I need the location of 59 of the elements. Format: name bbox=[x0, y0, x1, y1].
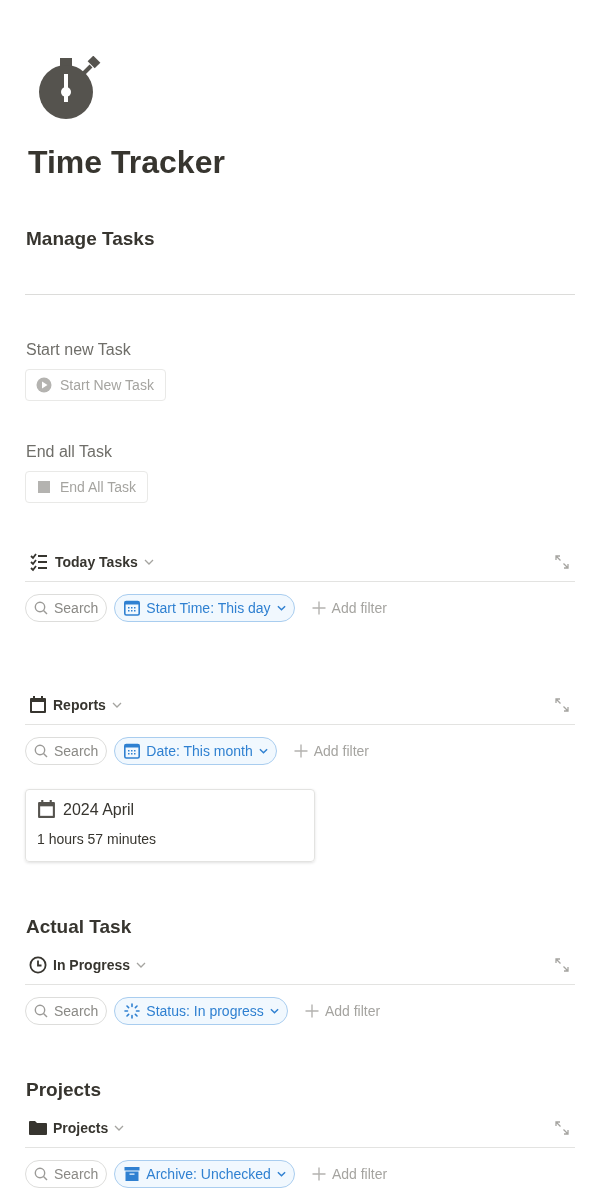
plus-icon bbox=[293, 744, 308, 758]
add-filter-button[interactable]: Add filter bbox=[305, 1165, 394, 1183]
view-tab[interactable]: In Progress bbox=[29, 956, 147, 974]
chevron-icon bbox=[269, 1008, 279, 1014]
add-filter-button[interactable]: Add filter bbox=[287, 742, 375, 760]
chevron-icon bbox=[136, 962, 147, 968]
add-filter-button[interactable]: Add filter bbox=[305, 599, 393, 617]
chevron-icon bbox=[258, 748, 268, 754]
action-button[interactable]: Start New Task bbox=[25, 369, 166, 401]
calendar-icon bbox=[124, 600, 141, 616]
filter-chip[interactable]: Archive: Unchecked bbox=[114, 1160, 295, 1188]
clock-icon bbox=[29, 956, 47, 974]
action-button[interactable]: End All Task bbox=[25, 471, 148, 503]
search-icon bbox=[34, 601, 48, 615]
chevron-icon bbox=[143, 559, 154, 565]
expand-icon[interactable] bbox=[555, 698, 569, 712]
expand-icon[interactable] bbox=[555, 958, 569, 972]
filter-chip[interactable]: Date: This month bbox=[114, 737, 277, 765]
search-icon bbox=[34, 1004, 48, 1018]
section-heading: Actual Task bbox=[26, 915, 133, 939]
card-value: 1 hours 57 minutes bbox=[37, 831, 158, 847]
view-tab[interactable]: Reports bbox=[29, 696, 122, 714]
search-icon bbox=[34, 744, 48, 758]
plus-icon bbox=[311, 601, 326, 615]
stop-icon bbox=[38, 481, 50, 493]
section-heading: Manage Tasks bbox=[26, 227, 156, 251]
filter-chip[interactable]: Status: In progress bbox=[114, 997, 288, 1025]
search-button[interactable]: Search bbox=[25, 1160, 108, 1188]
view-tab[interactable]: Today Tasks bbox=[29, 552, 154, 572]
button-caption: End all Task bbox=[26, 442, 113, 462]
folder-icon bbox=[29, 1120, 47, 1136]
chevron-icon bbox=[276, 605, 286, 611]
view-tab[interactable]: Projects bbox=[29, 1120, 125, 1136]
play-icon bbox=[36, 377, 52, 393]
search-button[interactable]: Search bbox=[25, 737, 108, 765]
search-button[interactable]: Search bbox=[25, 594, 108, 622]
calendar-icon bbox=[37, 800, 56, 819]
stopwatch-icon bbox=[39, 56, 103, 120]
filter-chip[interactable]: Start Time: This day bbox=[114, 594, 295, 622]
card-title: 2024 April bbox=[63, 800, 135, 819]
search-icon bbox=[34, 1167, 48, 1181]
chevron-icon bbox=[111, 702, 122, 708]
checklist-icon bbox=[29, 552, 49, 572]
calendar-icon bbox=[124, 743, 141, 759]
section-heading: Projects bbox=[26, 1078, 102, 1102]
button-caption: Start new Task bbox=[26, 340, 132, 360]
plus-icon bbox=[304, 1004, 319, 1018]
page-title: Time Tracker bbox=[28, 143, 226, 182]
expand-icon[interactable] bbox=[555, 1121, 569, 1135]
search-button[interactable]: Search bbox=[25, 997, 108, 1025]
chevron-icon bbox=[114, 1125, 125, 1131]
spinner-icon bbox=[124, 1003, 141, 1019]
report-card[interactable]: 2024 April 1 hours 57 minutes bbox=[25, 789, 315, 862]
archive-icon bbox=[124, 1166, 141, 1182]
expand-icon[interactable] bbox=[555, 555, 569, 569]
plus-icon bbox=[311, 1167, 326, 1181]
chevron-icon bbox=[276, 1171, 286, 1177]
add-filter-button[interactable]: Add filter bbox=[298, 1002, 387, 1020]
calendar-icon bbox=[29, 696, 47, 714]
